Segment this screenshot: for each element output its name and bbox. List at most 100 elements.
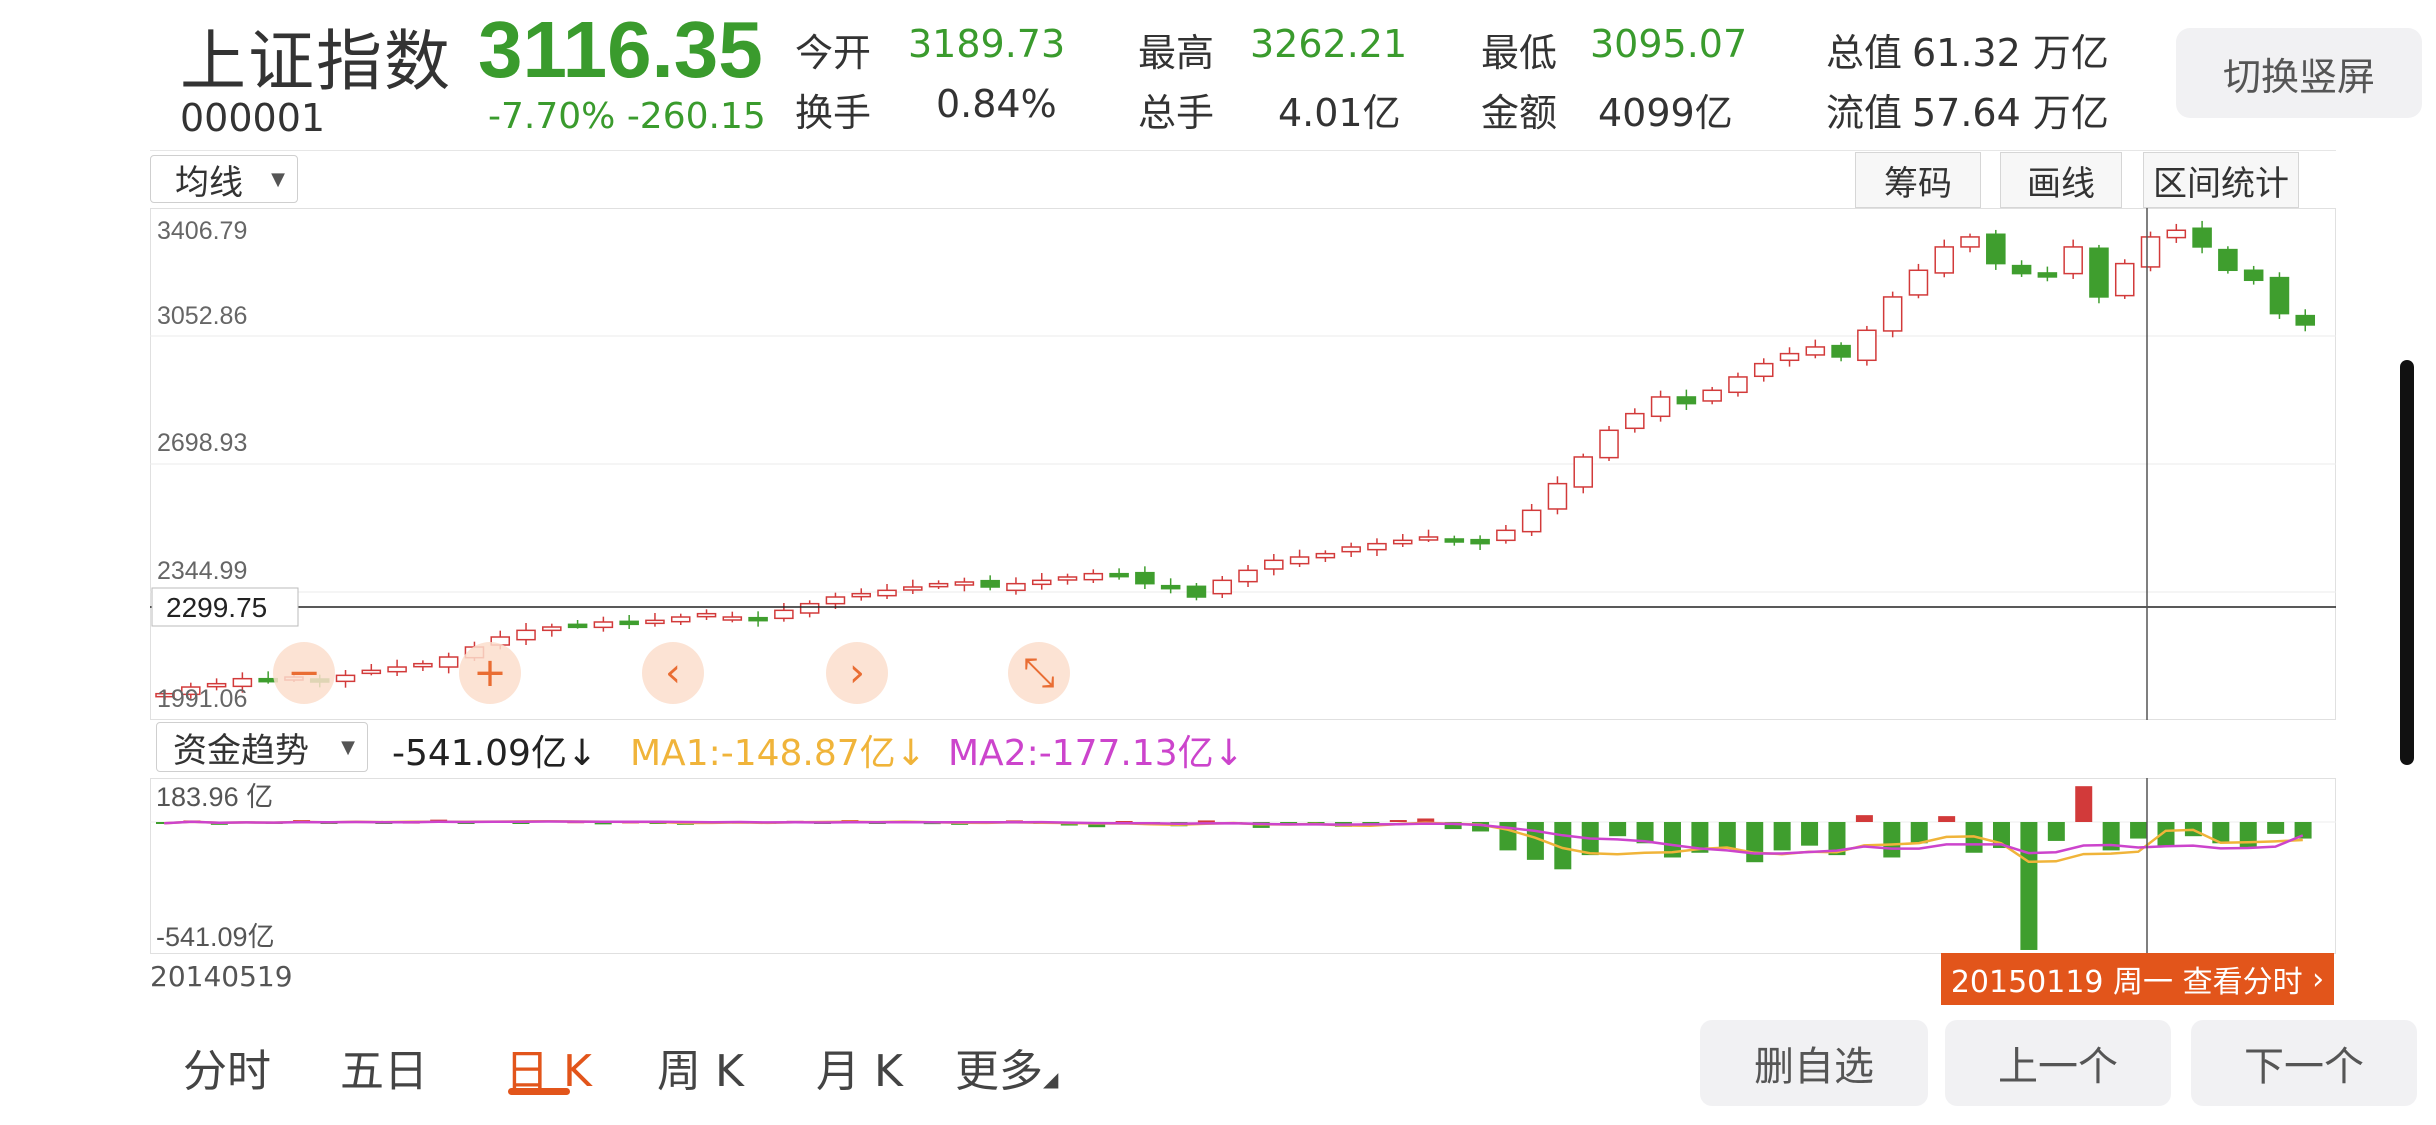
candle-down [2011,264,2032,275]
candle-up [1238,569,1258,583]
tab-intraday[interactable]: 分时 [183,1035,271,1099]
change-percent: -7.70% [488,96,616,137]
candle-up [1264,559,1284,570]
fund-chart-frame [150,778,2336,954]
candle-down [1986,233,2006,265]
view-intraday-tag[interactable]: 20150119 周一 查看分时 › [1941,953,2334,1005]
fund-flow-bar [1938,816,1956,822]
stat-label-volume: 总手 [1138,91,1215,135]
switch-portrait-button[interactable]: 切换竖屏 [2176,28,2422,118]
candle-up [1753,362,1774,378]
candle-up [645,619,665,625]
fund-flow-bar [2020,822,2038,950]
candle-up [696,612,717,618]
candle-up [799,602,820,614]
vertical-scrollbar[interactable] [2400,360,2414,765]
candle-down [2295,314,2316,326]
tab-weekly-k[interactable]: 周 K [657,1035,744,1099]
fund-flow-bar [1746,822,1764,863]
fund-ma1: MA1:-148.87亿↓ [630,724,926,776]
stat-value-float-cap: 57.64 万亿 [1912,91,2109,135]
fund-flow-bar [1883,822,1901,858]
shrink-button[interactable]: ⤡ [1008,642,1070,704]
candle-up [1341,546,1361,553]
start-date: 20140519 [150,960,293,993]
price-change: -7.70% -260.15 [488,96,766,137]
stat-value-market-cap: 61.32 万亿 [1912,31,2109,75]
candle-down [2192,227,2212,248]
fund-flow-bar [1801,822,1819,846]
fund-ma2-value: MA2:-177.13亿 [948,733,1214,774]
previous-button[interactable]: 上一个 [1945,1020,2171,1106]
chevron-right-icon: › [2312,961,2325,997]
candle-down [1676,396,1697,405]
candle-down [1135,571,1155,585]
price-axis-label: 3052.86 [157,302,247,330]
price-axis-label: 2344.99 [157,557,247,585]
candle-up [1702,389,1722,402]
candle-up [774,609,794,620]
candle-up [2140,236,2161,268]
active-tab-indicator [508,1088,570,1095]
candle-down [1444,538,1465,543]
price-axis-label: 2698.93 [157,429,247,457]
zoom-out-button[interactable]: − [273,642,335,704]
header-divider [150,150,2336,151]
fund-flow-bar [1855,815,1873,822]
candle-up [516,629,536,641]
candle-down [980,579,1000,588]
corner-arrow-icon: ◢ [1043,1067,1059,1091]
minus-icon: − [287,650,321,696]
chevron-right-icon: › [849,650,865,696]
ma-dropdown[interactable]: 均线 ▼ [150,155,298,203]
candle-down [2089,247,2109,298]
stat-label-low: 最低 [1481,31,1558,75]
fund-flow-chart[interactable]: 183.96 亿 -541.09亿 [150,778,2336,954]
tab-more-label: 更多 [955,1046,1043,1097]
fund-trend-dropdown-label: 资金趋势 [173,730,309,771]
candle-down [1160,584,1181,590]
candle-up [542,626,562,632]
crosshair-price-value: 2299.75 [166,592,267,623]
candle-up [361,669,382,675]
fund-axis-bottom: -541.09亿 [156,922,275,952]
pan-left-button[interactable]: ‹ [642,642,704,704]
candle-up [903,586,923,591]
fund-ma1-value: MA1:-148.87亿 [630,733,896,774]
range-stats-button[interactable]: 区间统计 [2143,152,2299,208]
stat-label-amount: 金额 [1481,91,1558,135]
fund-flow-bar [2047,822,2065,841]
candle-up [1031,579,1052,586]
index-code: 000001 [180,96,326,140]
remove-watchlist-button[interactable]: 删自选 [1700,1020,1928,1106]
candle-up [1779,352,1800,362]
candle-up [1392,539,1413,545]
change-absolute: -260.15 [626,96,766,137]
candle-up [722,616,743,621]
candle-up [1882,296,1903,332]
dropdown-arrow-icon: ▼ [341,736,355,758]
pan-right-button[interactable]: › [826,642,888,704]
zoom-in-button[interactable]: + [459,642,521,704]
stat-label-float-cap: 流值 [1826,91,1903,135]
candle-down [2218,248,2238,272]
fund-ma2: MA2:-177.13亿↓ [948,724,1244,776]
fund-flow-amount: -541.09亿 [392,733,567,774]
candle-down [1186,585,1207,598]
fund-flow-bar [2075,786,2093,822]
stat-value-low: 3095.07 [1590,22,1748,66]
candle-down [567,623,588,629]
draw-line-button[interactable]: 画线 [2000,152,2122,208]
tab-five-day[interactable]: 五日 [340,1035,428,1099]
tab-monthly-k[interactable]: 月 K [816,1035,903,1099]
chips-button[interactable]: 筹码 [1855,152,1981,208]
fund-trend-dropdown[interactable]: 资金趋势 ▼ [156,722,368,772]
candle-up [1289,556,1310,565]
next-button[interactable]: 下一个 [2191,1020,2417,1106]
fund-flow-bar [1773,822,1791,851]
fund-flow-bar [1609,822,1627,837]
fund-flow-bar [1389,820,1407,823]
candle-up [1083,572,1104,581]
tab-more[interactable]: 更多◢ [955,1035,1058,1099]
candle-down [619,620,639,626]
